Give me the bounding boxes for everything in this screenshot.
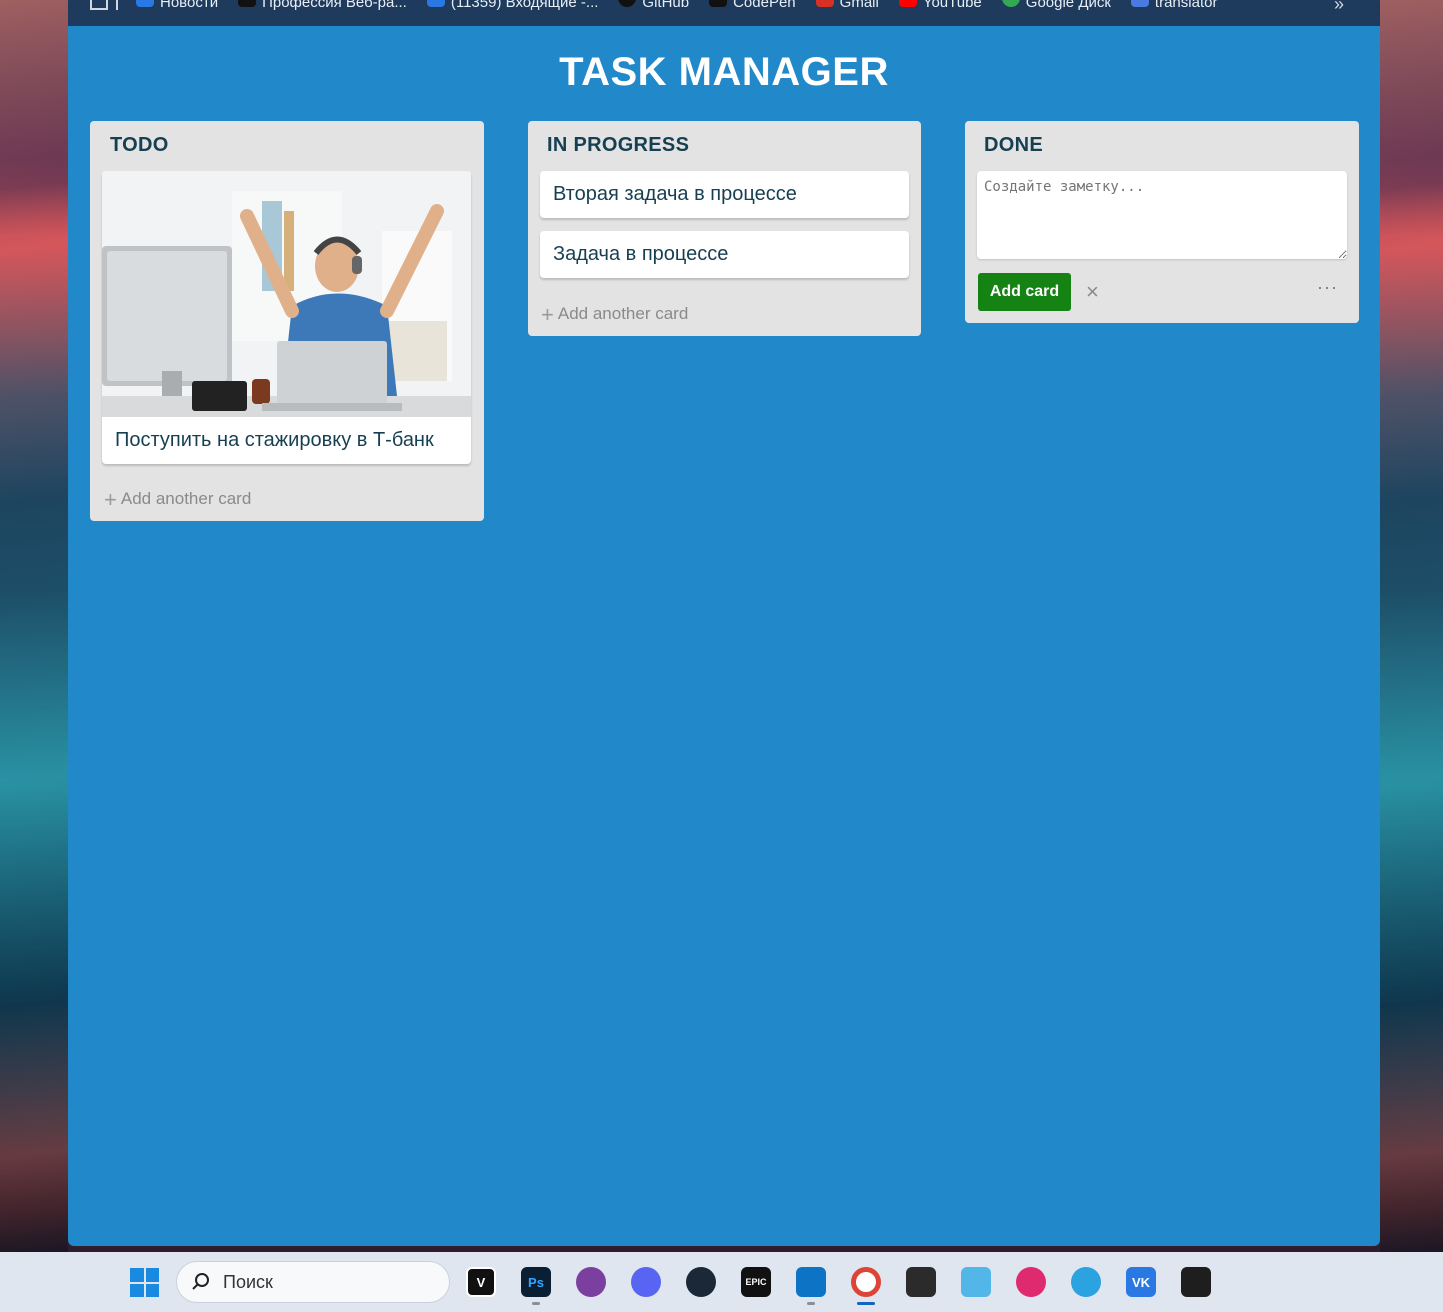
photoshop-icon[interactable]: Ps: [521, 1267, 551, 1297]
plus-icon: +: [104, 486, 117, 512]
add-another-card-button[interactable]: + Add another card: [541, 301, 689, 327]
bookmark-label: Профессия Веб-ра...: [262, 0, 407, 11]
wallpaper-left: [0, 0, 68, 1252]
bookmark-codepen[interactable]: CodePen: [699, 0, 806, 11]
bookmark-label: YouTube: [922, 0, 982, 11]
taskbar: Поиск V Ps EPIC VK: [0, 1252, 1443, 1312]
github-desktop-icon[interactable]: [576, 1267, 606, 1297]
apps-grid-icon[interactable]: [90, 0, 108, 10]
close-icon[interactable]: ×: [1086, 279, 1099, 305]
add-card-button[interactable]: Add card: [978, 273, 1071, 311]
taskbar-search[interactable]: Поиск: [176, 1261, 450, 1303]
column-title: IN PROGRESS: [547, 134, 690, 156]
bookmark-webdev[interactable]: Профессия Веб-ра...: [228, 0, 417, 11]
card-text: Вторая задача в процессе: [553, 183, 797, 205]
vk-icon: [136, 0, 154, 7]
bookmark-youtube[interactable]: YouTube: [889, 0, 992, 11]
bookmarks-bar: Новости Профессия Веб-ра... (11359) Вход…: [68, 0, 1380, 26]
add-another-label: Add another card: [120, 489, 252, 508]
bookmark-label: Новости: [160, 0, 219, 11]
card-image: [102, 171, 471, 417]
card-text: Задача в процессе: [553, 243, 729, 265]
more-options-icon[interactable]: ···: [1317, 277, 1338, 298]
bookmark-label: translator: [1154, 0, 1218, 11]
search-icon: [192, 1273, 209, 1290]
bookmark-translator[interactable]: translator: [1121, 0, 1228, 11]
discord-icon[interactable]: [631, 1267, 661, 1297]
panda-icon: [238, 0, 257, 7]
column-title: DONE: [984, 134, 1043, 156]
card-text: Поступить на стажировку в Т-банк: [115, 429, 434, 451]
running-indicator: [532, 1302, 540, 1305]
column-todo: TODO Поступить на стажировку в Т-банк + …: [90, 121, 484, 521]
bookmark-google-drive[interactable]: Google Диск: [992, 0, 1121, 11]
column-in-progress: IN PROGRESS Вторая задача в процессе Зад…: [528, 121, 921, 336]
codepen-icon: [709, 0, 728, 7]
github-icon: [618, 0, 637, 7]
page-title: TASK MANAGER: [559, 50, 889, 94]
google-icon: [1001, 0, 1020, 7]
bookmark-news[interactable]: Новости: [126, 0, 228, 11]
sticky-notes-icon[interactable]: [906, 1267, 936, 1297]
add-another-card-button[interactable]: + Add another card: [104, 486, 252, 512]
windows-start-icon[interactable]: [130, 1268, 159, 1297]
browser-window: Новости Профессия Веб-ра... (11359) Вход…: [68, 0, 1380, 1246]
steam-icon[interactable]: [686, 1267, 716, 1297]
note-textarea[interactable]: [977, 171, 1347, 259]
office-photo: [102, 171, 471, 417]
translate-icon: [1130, 0, 1149, 7]
column-title: TODO: [110, 134, 169, 156]
epic-games-icon[interactable]: EPIC: [741, 1267, 771, 1297]
bookmark-label: Google Диск: [1025, 0, 1111, 11]
column-done: DONE Add card × ···: [965, 121, 1359, 323]
bookmarks-separator: [116, 0, 118, 10]
search-label: Поиск: [223, 1271, 273, 1292]
active-indicator: [857, 1302, 875, 1305]
bookmark-gmail[interactable]: Gmail: [806, 0, 889, 11]
dashboard-icon[interactable]: [961, 1267, 991, 1297]
vscode-icon[interactable]: [796, 1267, 826, 1297]
bookmark-github[interactable]: GitHub: [608, 0, 699, 11]
bookmark-inbox[interactable]: (11359) Входящие -...: [417, 0, 609, 11]
petal-icon[interactable]: [1016, 1267, 1046, 1297]
running-indicator: [807, 1302, 815, 1305]
gmail-icon: [815, 0, 834, 7]
chrome-icon[interactable]: [851, 1267, 881, 1297]
wallpaper-right: [1380, 0, 1443, 1252]
bookmark-label: GitHub: [642, 0, 690, 11]
bookmark-label: Gmail: [839, 0, 879, 11]
task-card[interactable]: Поступить на стажировку в Т-банк: [102, 171, 471, 464]
telegram-icon[interactable]: [1071, 1267, 1101, 1297]
figma-icon[interactable]: [1181, 1267, 1211, 1297]
task-card[interactable]: Задача в процессе: [540, 231, 909, 278]
vk-icon[interactable]: VK: [1126, 1267, 1156, 1297]
task-card[interactable]: Вторая задача в процессе: [540, 171, 909, 218]
mail-icon: [426, 0, 445, 7]
add-another-label: Add another card: [557, 304, 689, 323]
plus-icon: +: [541, 301, 554, 327]
youtube-icon: [898, 0, 917, 7]
bookmark-label: CodePen: [733, 0, 796, 11]
vegas-icon[interactable]: V: [466, 1267, 496, 1297]
more-bookmarks-icon[interactable]: »: [1334, 0, 1344, 15]
bookmark-label: (11359) Входящие -...: [450, 0, 599, 11]
